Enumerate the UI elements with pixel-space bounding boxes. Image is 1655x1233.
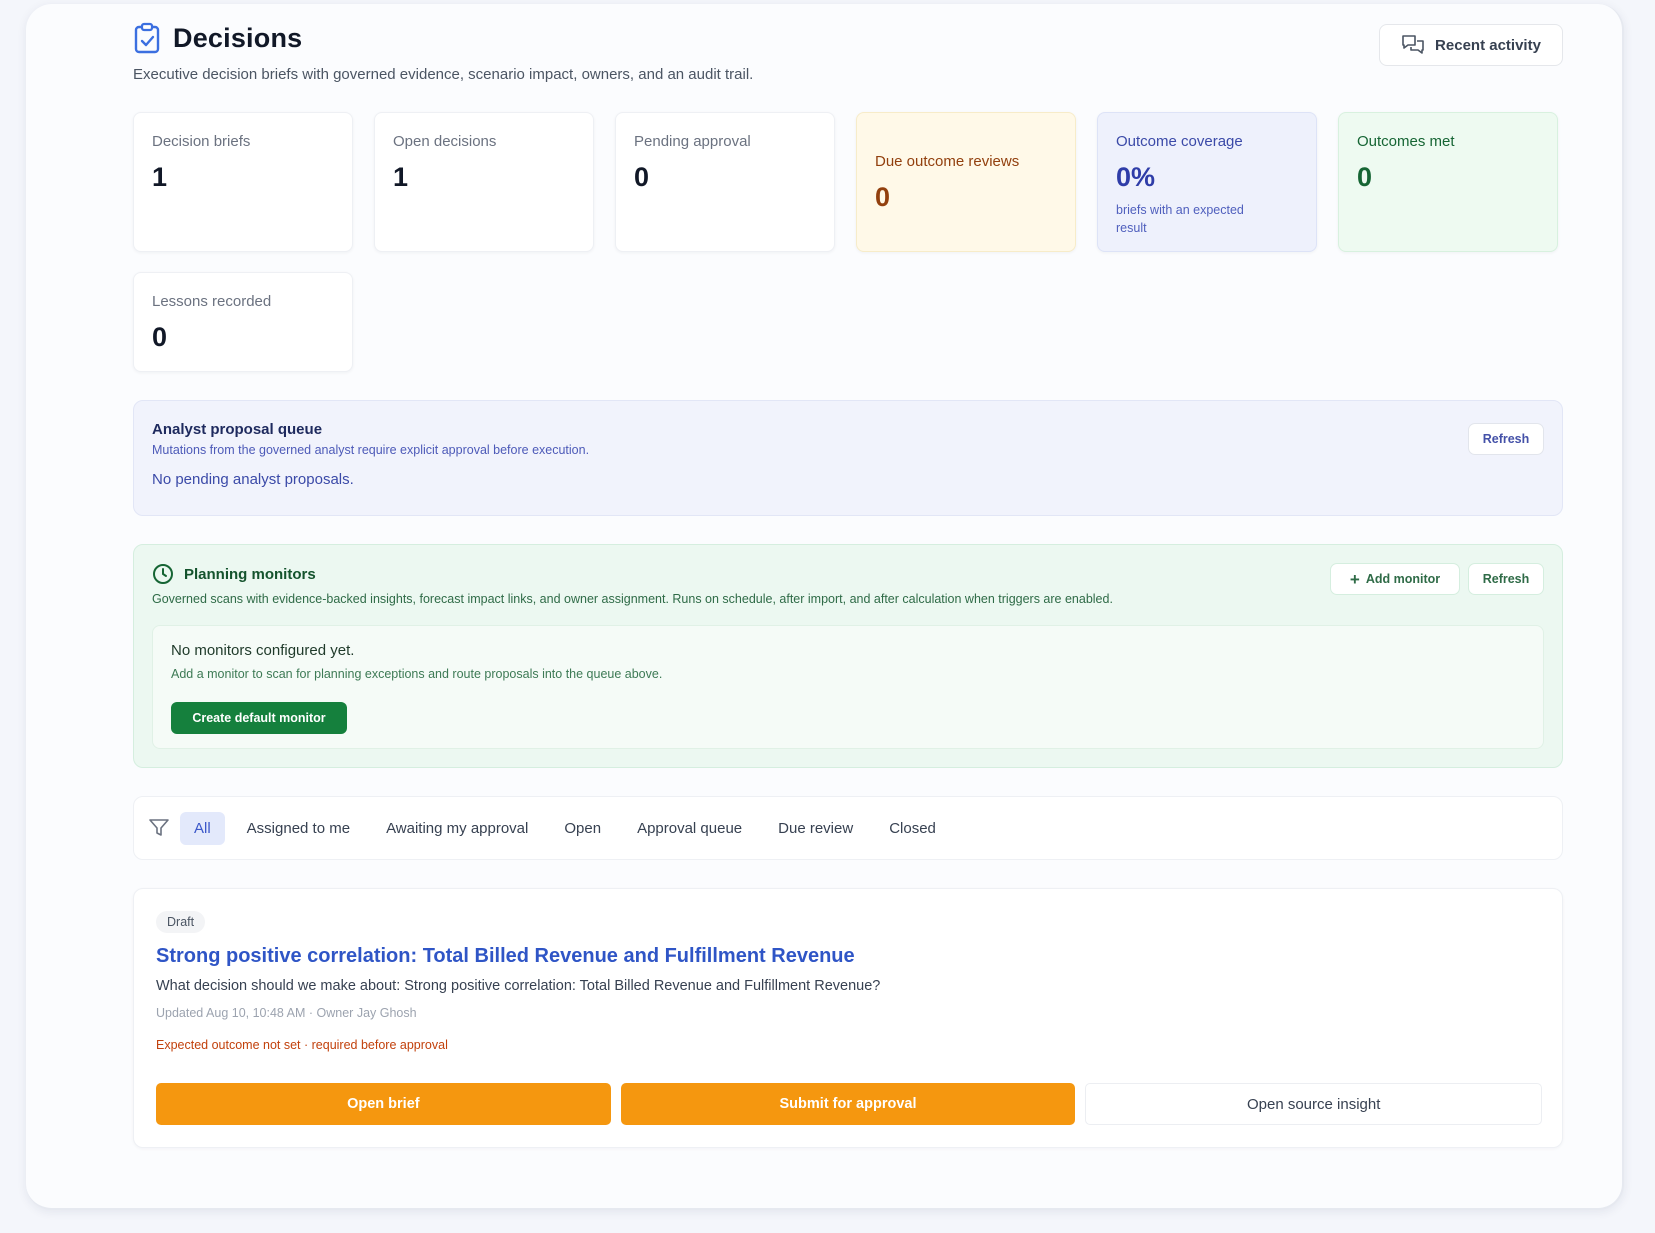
tab-all[interactable]: All bbox=[180, 811, 225, 845]
stat-label: Lessons recorded bbox=[152, 293, 272, 310]
monitors-empty-title: No monitors configured yet. bbox=[171, 642, 355, 659]
recent-activity-button[interactable]: Recent activity bbox=[1379, 24, 1563, 66]
tab-closed[interactable]: Closed bbox=[875, 812, 950, 845]
title-row: Decisions bbox=[133, 22, 302, 54]
decision-warning: Expected outcome not set · required befo… bbox=[156, 1038, 448, 1052]
monitors-empty-description: Add a monitor to scan for planning excep… bbox=[171, 667, 663, 681]
stat-value: 1 bbox=[152, 162, 168, 192]
open-source-insight-button[interactable]: Open source insight bbox=[1085, 1083, 1543, 1125]
stat-label: Open decisions bbox=[393, 133, 497, 150]
tab-awaiting-my-approval[interactable]: Awaiting my approval bbox=[372, 812, 542, 845]
create-default-monitor-button[interactable]: Create default monitor bbox=[171, 702, 347, 734]
monitors-empty-state: No monitors configured yet. Add a monito… bbox=[152, 625, 1544, 749]
chat-bubbles-icon bbox=[1402, 35, 1424, 54]
stat-value: 0 bbox=[875, 182, 891, 212]
stat-value: 0 bbox=[634, 162, 650, 192]
add-monitor-button[interactable]: + Add monitor bbox=[1330, 563, 1460, 595]
filter-tabs: All Assigned to me Awaiting my approval … bbox=[133, 796, 1563, 860]
decision-actions: Open brief Submit for approval Open sour… bbox=[156, 1083, 1543, 1125]
page-subtitle: Executive decision briefs with governed … bbox=[133, 66, 754, 83]
stat-label: Outcomes met bbox=[1357, 133, 1455, 150]
stat-value: 0 bbox=[152, 322, 168, 352]
stat-due-outcome-reviews: Due outcome reviews 0 bbox=[856, 112, 1076, 252]
planning-monitors: Planning monitors Governed scans with ev… bbox=[133, 544, 1563, 768]
tab-approval-queue[interactable]: Approval queue bbox=[623, 812, 756, 845]
stat-pending-approval: Pending approval 0 bbox=[615, 112, 835, 252]
decision-title-link[interactable]: Strong positive correlation: Total Bille… bbox=[156, 945, 1540, 968]
queue-refresh-button[interactable]: Refresh bbox=[1468, 423, 1544, 455]
tab-due-review[interactable]: Due review bbox=[764, 812, 867, 845]
stat-value: 1 bbox=[393, 162, 409, 192]
stat-note: briefs with an expected result bbox=[1116, 203, 1244, 235]
decision-question: What decision should we make about: Stro… bbox=[156, 978, 881, 994]
status-badge: Draft bbox=[156, 911, 206, 933]
stat-lessons-recorded: Lessons recorded 0 bbox=[133, 272, 353, 372]
page-title: Decisions bbox=[173, 22, 303, 53]
stat-label: Outcome coverage bbox=[1116, 133, 1243, 150]
analyst-proposal-queue: Analyst proposal queue Mutations from th… bbox=[133, 400, 1563, 516]
submit-for-approval-button[interactable]: Submit for approval bbox=[620, 1083, 1076, 1125]
plus-icon: + bbox=[1349, 569, 1360, 589]
page-header: Decisions Executive decision briefs with… bbox=[133, 22, 1563, 92]
queue-description: Mutations from the governed analyst requ… bbox=[152, 443, 590, 457]
stat-value: 0 bbox=[1357, 162, 1373, 192]
stat-outcome-coverage: Outcome coverage 0% briefs with an expec… bbox=[1097, 112, 1317, 252]
tab-assigned-to-me[interactable]: Assigned to me bbox=[233, 812, 364, 845]
refresh-label: Refresh bbox=[1482, 432, 1530, 446]
monitors-refresh-button[interactable]: Refresh bbox=[1468, 563, 1544, 595]
stat-open-decisions: Open decisions 1 bbox=[374, 112, 594, 252]
stat-label: Pending approval bbox=[634, 133, 751, 150]
monitors-title: Planning monitors bbox=[184, 565, 316, 583]
clock-icon bbox=[153, 564, 173, 584]
queue-title: Analyst proposal queue bbox=[152, 421, 323, 438]
stat-value: 0% bbox=[1116, 162, 1156, 192]
tab-open[interactable]: Open bbox=[550, 812, 615, 845]
queue-empty-message: No pending analyst proposals. bbox=[152, 471, 354, 488]
stat-outcomes-met: Outcomes met 0 bbox=[1338, 112, 1558, 252]
decision-card: Draft Strong positive correlation: Total… bbox=[133, 888, 1563, 1148]
stat-label: Due outcome reviews bbox=[875, 153, 1020, 170]
app-frame: Decisions Executive decision briefs with… bbox=[26, 4, 1624, 1210]
refresh-label: Refresh bbox=[1482, 572, 1530, 586]
add-monitor-label: Add monitor bbox=[1365, 572, 1441, 586]
stat-decision-briefs: Decision briefs 1 bbox=[133, 112, 353, 252]
filter-icon[interactable] bbox=[148, 817, 170, 839]
clipboard-check-icon bbox=[134, 22, 160, 54]
decision-meta: Updated Aug 10, 10:48 AM · Owner Jay Gho… bbox=[156, 1006, 417, 1020]
stat-label: Decision briefs bbox=[152, 133, 251, 150]
recent-activity-label: Recent activity bbox=[1435, 36, 1541, 54]
open-brief-button[interactable]: Open brief bbox=[156, 1083, 611, 1125]
